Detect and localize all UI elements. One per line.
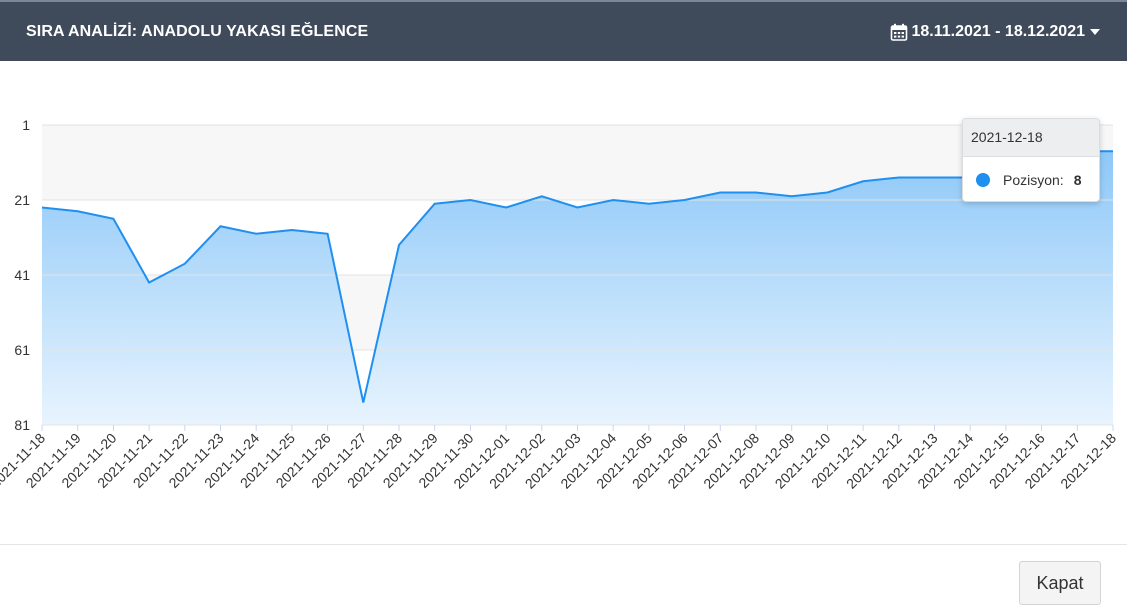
modal-title: SIRA ANALİZİ: ANADOLU YAKASI EĞLENCE — [26, 22, 369, 40]
y-tick-label: 81 — [14, 417, 30, 433]
modal-footer: Kapat — [0, 544, 1127, 615]
y-tick-label: 41 — [14, 267, 30, 283]
close-button[interactable]: Kapat — [1019, 561, 1101, 605]
date-range-picker[interactable]: 18.11.2021 - 18.12.2021 — [890, 23, 1102, 41]
date-range-label: 18.11.2021 - 18.12.2021 — [911, 22, 1086, 40]
y-tick-label: 21 — [14, 192, 30, 208]
tooltip-series-label: Pozisyon: — [1003, 172, 1064, 188]
calendar-icon — [890, 23, 908, 41]
chart-tooltip: 2021-12-18 Pozisyon: 8 — [962, 118, 1100, 202]
y-tick-label: 61 — [14, 342, 30, 358]
modal-header: SIRA ANALİZİ: ANADOLU YAKASI EĞLENCE 18.… — [0, 2, 1127, 61]
position-chart: 1 21 41 61 81 2021-11-18 2021-11-19 2021-11-20 2… — [0, 62, 1127, 544]
chart-svg: 1214161812021-11-182021-11-192021-11-202… — [0, 117, 1119, 492]
caret-down-icon — [1089, 28, 1101, 36]
series-marker-icon — [976, 173, 990, 187]
tooltip-date: 2021-12-18 — [963, 119, 1099, 157]
y-tick-label: 1 — [22, 117, 30, 133]
tooltip-value: 8 — [1073, 172, 1082, 188]
